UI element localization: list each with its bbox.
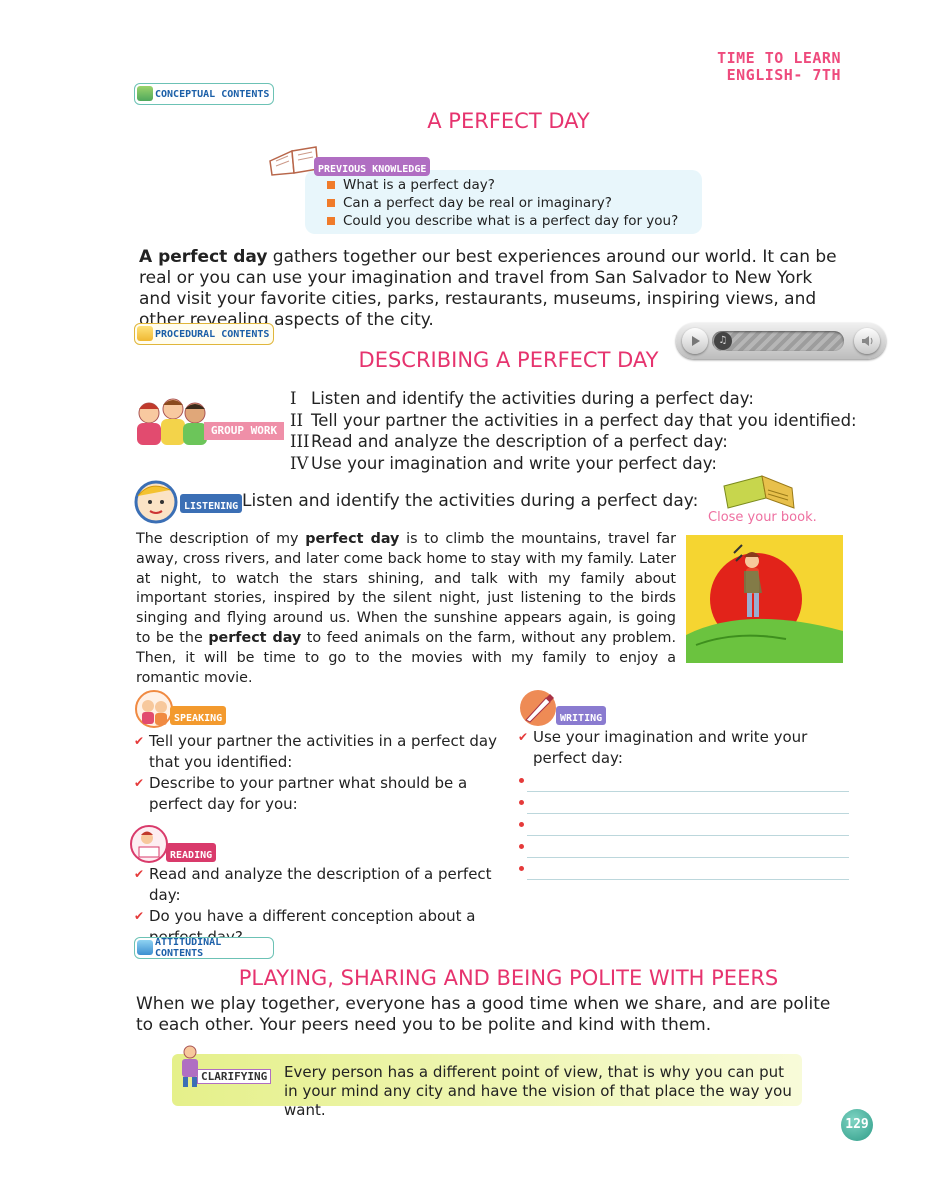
listening-tag: LISTENING [180, 494, 243, 513]
progress-track[interactable]: ♫ [712, 331, 844, 351]
step-row: I Listen and identify the activities duri… [290, 388, 857, 410]
line [527, 879, 849, 880]
list-item: Could you describe what is a perfect day… [327, 212, 678, 230]
reading-icon [130, 825, 168, 863]
step-row: II Tell your partner the activities in a … [290, 410, 857, 432]
bullet-icon [519, 866, 524, 871]
reading-list: Read and analyze the description of a pe… [134, 864, 506, 948]
attitudinal-label: ATTITUDINAL CONTENTS [155, 937, 222, 959]
step-text: Read and analyze the description of a pe… [311, 432, 728, 451]
volume-icon [862, 336, 873, 346]
conceptual-icon [137, 86, 153, 101]
writing-label: WRITING [560, 713, 603, 724]
open-book-icon [269, 146, 319, 176]
attitudinal-contents-tag: ATTITUDINAL CONTENTS [134, 937, 274, 959]
page-number: 129 [841, 1109, 873, 1141]
intro-paragraph: A perfect day gathers together our best … [139, 247, 849, 331]
step-text: Listen and identify the activities durin… [311, 389, 754, 408]
conceptual-label: CONCEPTUAL CONTENTS [155, 88, 270, 100]
step-number: II [290, 410, 304, 430]
procedural-label: PROCEDURAL CONTENTS [155, 328, 270, 340]
book-title-line-2: ENGLISH- 7TH [726, 66, 841, 84]
writing-line[interactable] [519, 774, 849, 796]
step-text: Tell your partner the activities in a pe… [311, 410, 857, 430]
previous-knowledge-label: PREVIOUS KNOWLEDGE [318, 164, 427, 175]
line [527, 857, 849, 858]
line [527, 791, 849, 792]
reading-label: READING [170, 850, 213, 861]
step-row: IV Use your imagination and write your pe… [290, 453, 857, 475]
list-item: Read and analyze the description of a pe… [134, 864, 506, 906]
para-bold: perfect day [208, 629, 302, 646]
list-item: What is a perfect day? [327, 176, 678, 194]
bullet-icon [519, 778, 524, 783]
clarifying-text: Every person has a different point of vi… [284, 1063, 792, 1119]
para-text: is to climb the mountains, travel far aw… [136, 531, 676, 646]
close-book-note: Close your book. [708, 510, 817, 525]
writing-line[interactable] [519, 862, 849, 884]
bullet-icon [519, 844, 524, 849]
step-row: IIIRead and analyze the description of a… [290, 431, 857, 453]
conceptual-contents-tag: CONCEPTUAL CONTENTS [134, 83, 274, 105]
step-number: IV [290, 453, 309, 473]
reading-tag: READING [166, 843, 217, 862]
writing-list: Use your imagination and write your perf… [518, 727, 853, 769]
attitudinal-icon [137, 940, 153, 955]
bullet-icon [519, 800, 524, 805]
volume-button[interactable] [854, 328, 880, 354]
playing-title: PLAYING, SHARING AND BEING POLITE WITH P… [238, 966, 779, 990]
closed-book-icon [723, 475, 795, 509]
speaking-list: Tell your partner the activities in a pe… [134, 731, 502, 815]
listening-boy-icon [134, 480, 178, 524]
listening-paragraph: The description of my perfect day is to … [136, 530, 676, 688]
girl-on-hill-illustration [686, 535, 843, 663]
step-text: Use your imagination and write your perf… [311, 453, 717, 473]
previous-knowledge-tag: PREVIOUS KNOWLEDGE [314, 157, 431, 176]
line [527, 835, 849, 836]
attitudinal-paragraph: When we play together, everyone has a go… [136, 994, 831, 1035]
step-number: III [290, 432, 310, 451]
para-bold: perfect day [305, 531, 400, 547]
line [527, 813, 849, 814]
previous-knowledge-list: What is a perfect day? Can a perfect day… [327, 176, 678, 230]
page-title: A PERFECT DAY [427, 109, 590, 133]
writing-line[interactable] [519, 818, 849, 840]
step-number: I [290, 389, 297, 408]
list-item: Can a perfect day be real or imaginary? [327, 194, 678, 212]
intro-bold: A perfect day [139, 247, 268, 267]
para-text: The description of my [136, 531, 306, 547]
book-title-line-1: TIME TO LEARN [717, 49, 841, 67]
list-item: Use your imagination and write your perf… [518, 727, 853, 769]
listening-instruction: Listen and identify the activities durin… [242, 491, 699, 511]
listening-label: LISTENING [184, 501, 239, 512]
writing-line[interactable] [519, 796, 849, 818]
speaking-tag: SPEAKING [170, 706, 227, 725]
group-work-label: GROUP WORK [204, 422, 284, 440]
procedural-icon [137, 326, 153, 341]
speaking-icon [135, 690, 173, 728]
clarifying-label: CLARIFYING [197, 1069, 272, 1084]
list-item: Tell your partner the activities in a pe… [134, 731, 502, 773]
speaking-label: SPEAKING [174, 713, 223, 724]
describing-title: DESCRIBING A PERFECT DAY [358, 348, 659, 372]
group-work-steps: I Listen and identify the activities duri… [290, 388, 857, 474]
group-work-icon [137, 398, 207, 445]
writing-line[interactable] [519, 840, 849, 862]
procedural-contents-tag: PROCEDURAL CONTENTS [134, 323, 274, 345]
book-title: TIME TO LEARN ENGLISH- 7TH [717, 50, 841, 84]
writing-icon [520, 690, 556, 726]
bullet-icon [519, 822, 524, 827]
list-item: Describe to your partner what should be … [134, 773, 502, 815]
writing-tag: WRITING [556, 706, 607, 725]
